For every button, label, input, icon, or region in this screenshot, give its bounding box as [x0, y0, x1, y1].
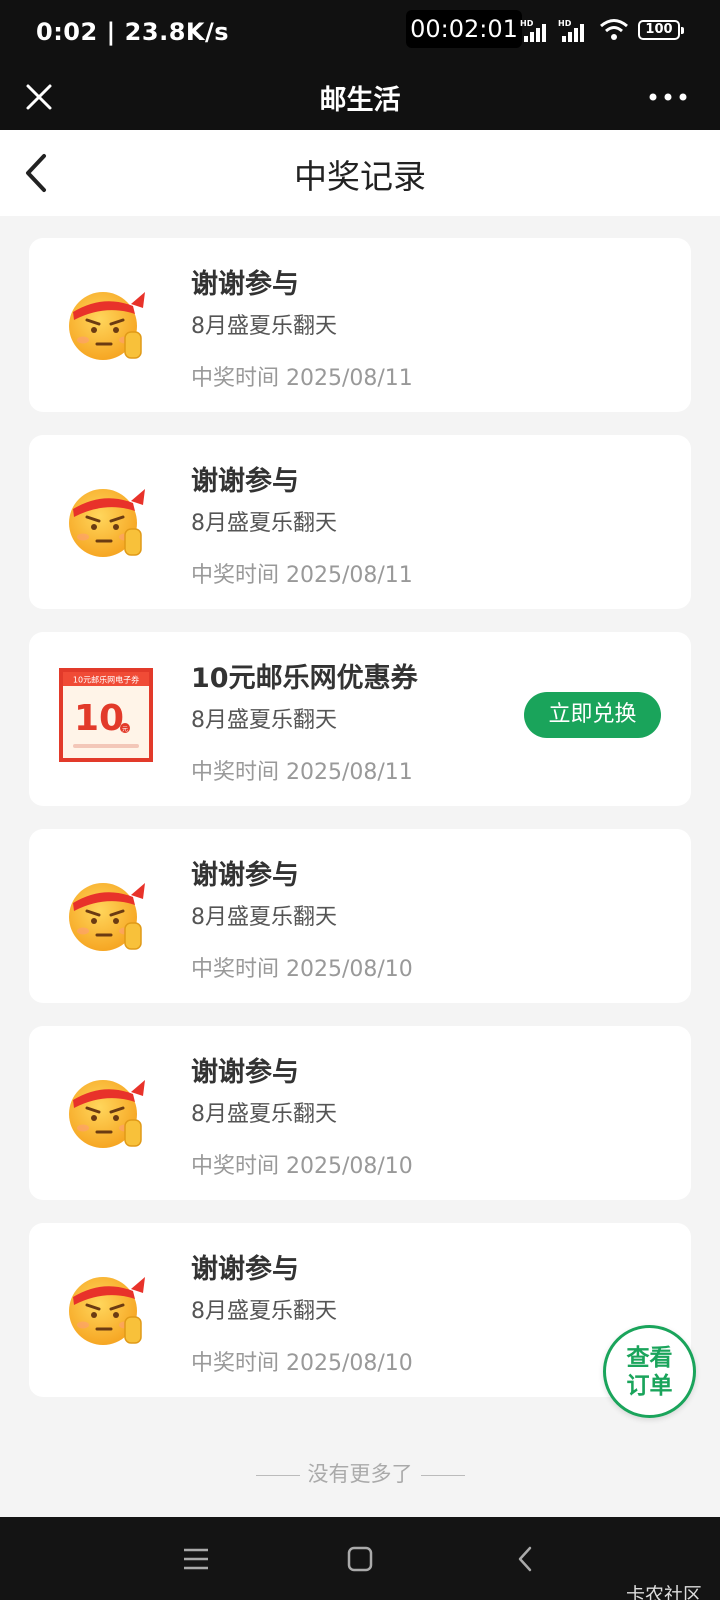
- record-win-time: 中奖时间 2025/08/10: [191, 1154, 413, 1179]
- status-time-speed: 0:02 | 23.8K/s: [36, 18, 230, 46]
- redeem-now-button[interactable]: 立即兑换: [524, 692, 661, 738]
- saluting-emoji-icon: [69, 292, 145, 360]
- record-event-name: 8月盛夏乐翻天: [191, 1102, 337, 1127]
- record-event-name: 8月盛夏乐翻天: [191, 905, 337, 930]
- prize-record-list: 谢谢参与 8月盛夏乐翻天 中奖时间 2025/08/11 谢谢参与 8月盛夏乐翻天 中奖…: [29, 238, 691, 1420]
- record-event-name: 8月盛夏乐翻天: [191, 511, 337, 536]
- coupon-amount-text: 10: [74, 698, 124, 739]
- page-header: 中奖记录: [0, 130, 720, 216]
- record-event-name: 8月盛夏乐翻天: [191, 314, 337, 339]
- record-prize-name: 谢谢参与: [191, 269, 299, 300]
- back-nav-icon[interactable]: [510, 1543, 542, 1575]
- record-event-name: 8月盛夏乐翻天: [191, 1299, 337, 1324]
- status-bar: 0:02 | 23.8K/s 00:02:01 HD HD 100: [0, 0, 720, 64]
- status-icons: HD HD 100: [520, 16, 690, 46]
- record-prize-name: 10元邮乐网优惠券: [191, 663, 418, 694]
- divider-right: [420, 1474, 465, 1476]
- call-timer: 00:02:01: [406, 10, 522, 48]
- record-win-time: 中奖时间 2025/08/11: [191, 366, 413, 391]
- app-title: 邮生活: [319, 85, 401, 116]
- record-prize-name: 谢谢参与: [191, 466, 299, 497]
- coupon-header-text: 10元邮乐网电子券: [73, 675, 139, 685]
- record-card: 谢谢参与 8月盛夏乐翻天中奖时间 2025/08/10: [29, 1026, 691, 1200]
- record-prize-name: 谢谢参与: [191, 1254, 299, 1285]
- record-prize-name: 谢谢参与: [191, 1057, 299, 1088]
- record-card: 谢谢参与 8月盛夏乐翻天中奖时间 2025/08/10: [29, 1223, 691, 1397]
- record-card: 谢谢参与 8月盛夏乐翻天中奖时间 2025/08/11: [29, 238, 691, 412]
- more-icon[interactable]: [646, 84, 690, 110]
- divider-left: [255, 1474, 300, 1476]
- saluting-emoji-icon: [69, 1080, 145, 1148]
- wifi-icon: [600, 19, 628, 40]
- no-more-text: 没有更多了: [307, 1462, 413, 1486]
- record-prize-name: 谢谢参与: [191, 860, 299, 891]
- battery-icon: 100: [638, 20, 684, 40]
- record-card: 10元邮乐网电子券 10 元 10元邮乐网优惠券 8月盛夏乐翻天中奖时间 2025…: [29, 632, 691, 806]
- watermark-text: 卡农社区: [626, 1584, 703, 1600]
- coupon-thumbnail: 10元邮乐网电子券 10 元: [59, 668, 153, 762]
- svg-text:HD: HD: [520, 19, 534, 28]
- record-win-time: 中奖时间 2025/08/11: [191, 563, 413, 588]
- view-orders-button[interactable]: 查看 订单: [603, 1325, 696, 1418]
- record-card: 谢谢参与 8月盛夏乐翻天中奖时间 2025/08/11: [29, 435, 691, 609]
- page-title: 中奖记录: [294, 157, 426, 196]
- app-title-bar: 邮生活: [0, 64, 720, 130]
- view-orders-line2: 订单: [626, 1373, 673, 1399]
- saluting-emoji-icon: [69, 1277, 145, 1345]
- record-card: 谢谢参与 8月盛夏乐翻天中奖时间 2025/08/10: [29, 829, 691, 1003]
- saluting-emoji-icon: [69, 883, 145, 951]
- saluting-emoji-icon: [69, 489, 145, 557]
- record-event-name: 8月盛夏乐翻天: [191, 708, 337, 733]
- menu-icon[interactable]: [180, 1543, 212, 1575]
- record-win-time: 中奖时间 2025/08/10: [191, 1351, 413, 1376]
- record-win-time: 中奖时间 2025/08/11: [191, 760, 413, 785]
- svg-text:HD: HD: [558, 19, 572, 28]
- record-win-time: 中奖时间 2025/08/10: [191, 957, 413, 982]
- view-orders-line1: 查看: [626, 1345, 673, 1371]
- system-nav-bar: [0, 1517, 720, 1600]
- signal-icon-2: HD: [558, 19, 584, 42]
- no-more-indicator: 没有更多了: [0, 1458, 720, 1488]
- home-icon[interactable]: [344, 1543, 376, 1575]
- signal-icon: HD: [520, 19, 546, 42]
- coupon-unit-text: 元: [122, 726, 128, 733]
